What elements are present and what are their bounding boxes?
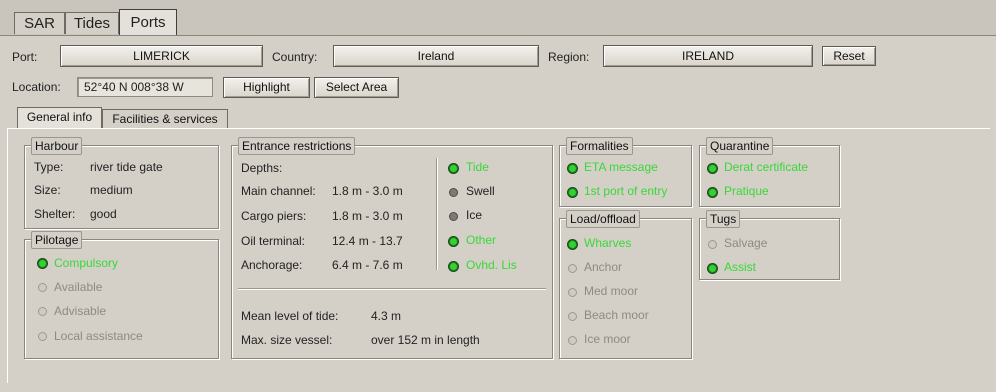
harbour-size-label: Size: [34,183,61,197]
quarantine-group: Quarantine [699,137,840,207]
max-vessel-value: over 152 m in length [371,333,480,347]
anchorage-value: 6.4 m - 7.6 m [332,258,403,272]
radio-anchor[interactable] [568,264,577,273]
label-other: Other [466,233,497,247]
label-pratique: Pratique [724,184,769,198]
label-beach-moor: Beach moor [584,308,649,322]
radio-available[interactable] [38,283,47,292]
pilotage-title: Pilotage [31,231,83,249]
tab-ports[interactable]: Ports [119,9,177,36]
radio-eta-message[interactable] [568,164,577,173]
label-compulsory: Compulsory [54,256,119,270]
tab-facilities-services[interactable]: Facilities & services [102,109,228,129]
max-vessel-label: Max. size vessel: [241,333,333,347]
harbour-title: Harbour [31,137,83,155]
port-label: Port: [12,50,38,64]
location-field: 52°40 N 008°38 W [77,77,213,97]
mean-tide-label: Mean level of tide: [241,309,339,323]
label-ice: Ice [466,208,483,222]
country-selector[interactable]: Ireland [333,45,539,67]
label-advisable: Advisable [54,304,107,318]
label-wharves: Wharves [584,236,632,250]
region-label: Region: [548,50,590,64]
tab-tides[interactable]: Tides [65,12,119,34]
oil-terminal-value: 12.4 m - 13.7 [332,234,403,248]
label-anchor: Anchor [584,260,623,274]
anchorage-label: Anchorage: [241,258,303,272]
label-derat-certificate: Derat certificate [724,160,809,174]
harbour-type-value: river tide gate [90,160,163,174]
formalities-title: Formalities [566,137,633,155]
radio-local-assistance[interactable] [38,332,47,341]
tab-divider [0,35,996,36]
radio-assist[interactable] [708,264,717,273]
mean-tide-value: 4.3 m [371,309,402,323]
entrance-restrictions-title: Entrance restrictions [238,137,356,155]
label-ice-moor: Ice moor [584,332,631,346]
label-first-port: 1st port of entry [584,184,668,198]
harbour-shelter-value: good [90,207,117,221]
cargo-piers-label: Cargo piers: [241,209,307,223]
radio-beach-moor[interactable] [568,312,577,321]
highlight-button[interactable]: Highlight [223,77,310,98]
entrance-restrictions-group: Entrance restrictions [231,137,553,359]
cargo-piers-value: 1.8 m - 3.0 m [332,209,403,223]
harbour-shelter-label: Shelter: [34,207,76,221]
entrance-divider [238,288,546,290]
tugs-group: Tugs [699,210,840,280]
quarantine-title: Quarantine [706,137,774,155]
radio-compulsory[interactable] [38,259,47,268]
radio-ice-moor[interactable] [568,336,577,345]
harbour-type-label: Type: [34,160,64,174]
radio-ice[interactable] [449,212,458,221]
main-channel-value: 1.8 m - 3.0 m [332,184,403,198]
radio-first-port[interactable] [568,188,577,197]
tugs-title: Tugs [706,210,741,228]
radio-other[interactable] [449,237,458,246]
location-label: Location: [12,80,61,94]
label-tide: Tide [466,160,489,174]
load-offload-title: Load/offload [566,210,640,228]
radio-med-moor[interactable] [568,288,577,297]
main-channel-label: Main channel: [241,184,316,198]
label-eta-message: ETA message [584,160,658,174]
label-swell: Swell [466,184,495,198]
reset-button[interactable]: Reset [822,46,876,66]
country-label: Country: [272,50,318,64]
radio-advisable[interactable] [38,307,47,316]
depths-label: Depths: [241,161,283,175]
radio-pratique[interactable] [708,188,717,197]
restrictions-divider [436,158,438,270]
port-selector[interactable]: LIMERICK [60,45,263,67]
label-assist: Assist [724,260,757,274]
harbour-size-value: medium [90,183,133,197]
radio-ovhd-lis[interactable] [449,262,458,271]
tab-general-info[interactable]: General info [17,107,102,129]
region-selector[interactable]: IRELAND [603,45,813,67]
radio-salvage[interactable] [708,240,717,249]
label-med-moor: Med moor [584,284,639,298]
radio-wharves[interactable] [568,240,577,249]
label-ovhd-lis: Ovhd. Lis [466,258,517,272]
radio-tide[interactable] [449,164,458,173]
label-local-assistance: Local assistance [54,329,143,343]
label-available: Available [54,280,103,294]
select-area-button[interactable]: Select Area [314,77,399,98]
radio-swell[interactable] [449,188,458,197]
tab-sar[interactable]: SAR [14,12,65,34]
radio-derat-certificate[interactable] [708,164,717,173]
oil-terminal-label: Oil terminal: [241,234,306,248]
label-salvage: Salvage [724,236,768,250]
